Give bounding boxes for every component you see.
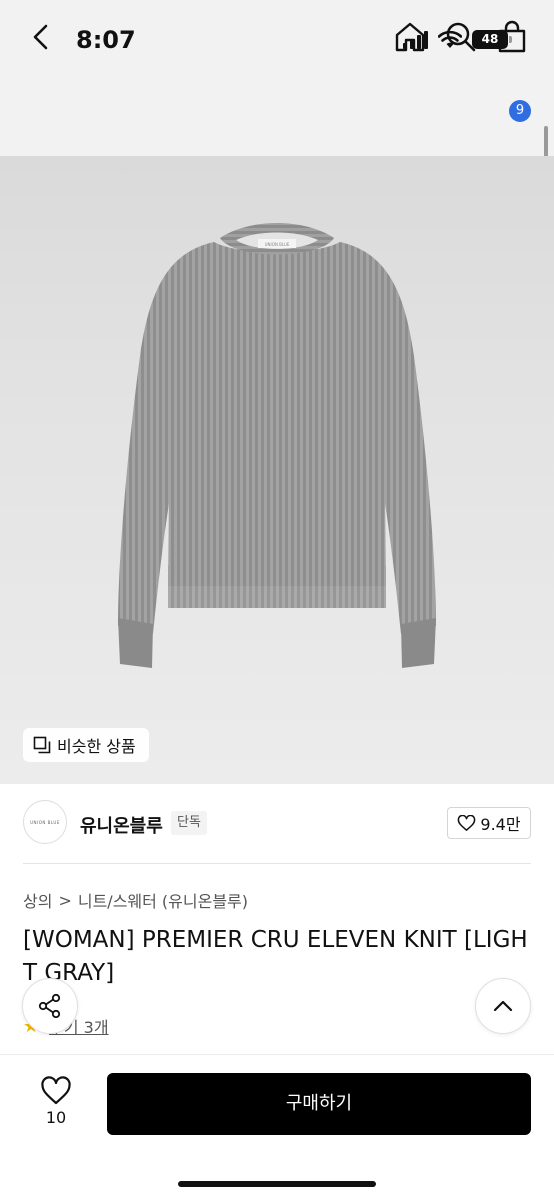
wishlist-heart-icon[interactable] (40, 1076, 72, 1106)
exclusive-badge: 단독 (171, 811, 207, 835)
wishlist-count: 10 (45, 1108, 67, 1127)
brand-logo[interactable]: UNION BLUE (23, 800, 67, 844)
buy-button[interactable]: 구매하기 (107, 1073, 531, 1135)
brand-row: UNION BLUE 유니온블루 단독 9.4만 (23, 800, 531, 848)
breadcrumb: 상의 > 니트/스웨터 (유니온블루) (23, 888, 248, 912)
divider (23, 863, 531, 864)
sweater-image: UNION BLUE (118, 223, 436, 668)
heart-icon (458, 814, 476, 831)
share-icon (38, 993, 61, 1019)
status-time: 8:07 (76, 26, 136, 54)
breadcrumb-subcategory[interactable]: 니트/스웨터 (유니온블루) (78, 888, 248, 912)
similar-products-label: 비슷한 상품 (57, 737, 136, 756)
scroll-to-top-button[interactable] (475, 978, 531, 1034)
product-image[interactable]: UNION BLUE (0, 156, 554, 784)
product-title: [WOMAN] PREMIER CRU ELEVEN KNIT [LIGHT G… (23, 927, 528, 986)
chevron-right-icon: > (58, 890, 72, 910)
brand-name[interactable]: 유니온블루 (80, 812, 163, 838)
brand-like-count: 9.4만 (480, 815, 521, 834)
shopping-bag-icon[interactable] (495, 20, 529, 54)
garment-label-text: UNION BLUE (265, 242, 290, 247)
home-icon[interactable] (393, 20, 427, 54)
back-arrow-icon[interactable] (26, 20, 56, 54)
breadcrumb-category[interactable]: 상의 (23, 888, 52, 912)
home-indicator[interactable] (178, 1181, 376, 1187)
similar-items-icon (33, 736, 51, 754)
chevron-up-icon (493, 1000, 513, 1012)
cart-count-badge: 9 (509, 100, 531, 122)
search-icon[interactable] (444, 20, 478, 54)
similar-products-button[interactable]: 비슷한 상품 (23, 728, 149, 762)
brand-like-button[interactable]: 9.4만 (447, 807, 531, 839)
nav-bar (0, 84, 554, 156)
share-button[interactable] (22, 978, 78, 1034)
